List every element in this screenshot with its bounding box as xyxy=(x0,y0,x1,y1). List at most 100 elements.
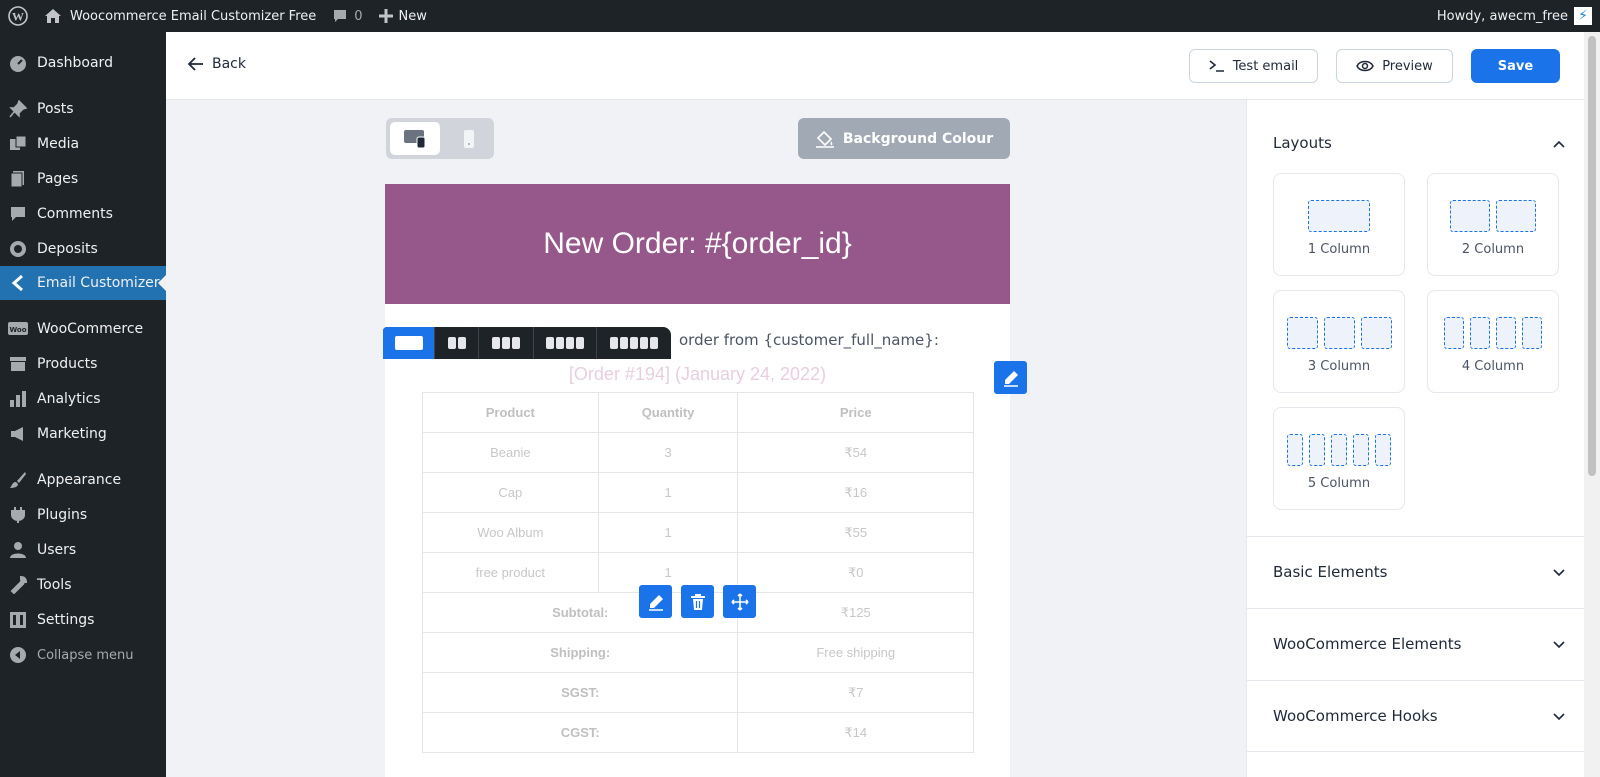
totals-value: ₹7 xyxy=(737,672,974,713)
back-button[interactable]: Back xyxy=(188,56,246,72)
layout-card-4-column[interactable]: 4 Column xyxy=(1427,290,1559,393)
sidebar-item-label: Collapse menu xyxy=(37,647,134,663)
layout-preview xyxy=(1274,200,1404,232)
move-row-button[interactable] xyxy=(723,585,756,618)
sidebar-item-deposits[interactable]: Deposits xyxy=(0,232,166,266)
email-preview: New Order: #{order_id} order from {custo… xyxy=(383,184,1010,777)
sidebar-item-marketing[interactable]: Marketing xyxy=(0,417,166,451)
order-intro-text[interactable]: order from {customer_full_name}: xyxy=(679,331,939,349)
test-email-button[interactable]: Test email xyxy=(1189,49,1318,83)
comments-link[interactable]: 0 xyxy=(324,0,370,32)
totals-value: Free shipping xyxy=(737,632,974,673)
column-header-product: Product xyxy=(422,392,599,433)
quantity-cell: 3 xyxy=(597,432,739,473)
scrollbar-thumb[interactable] xyxy=(1588,36,1596,476)
user-icon xyxy=(8,540,28,560)
preview-button[interactable]: Preview xyxy=(1336,49,1453,83)
sidebar-item-plugins[interactable]: Plugins xyxy=(0,498,166,532)
chevron-up-icon[interactable] xyxy=(1552,137,1566,151)
column-placeholder xyxy=(1360,317,1392,349)
price-cell: ₹16 xyxy=(737,472,974,513)
chevron-down-icon[interactable] xyxy=(1552,710,1566,724)
order-items-table[interactable]: Product Quantity Price Beanie 3 ₹54 Cap … xyxy=(421,392,974,753)
sidebar-item-users[interactable]: Users xyxy=(0,533,166,567)
column-placeholder xyxy=(1287,434,1303,466)
chevron-down-icon[interactable] xyxy=(1552,566,1566,580)
layout-card-1-column[interactable]: 1 Column xyxy=(1273,173,1405,276)
basic-elements-section-title[interactable]: Basic Elements xyxy=(1273,563,1387,581)
sidebar-item-media[interactable]: Media xyxy=(0,127,166,161)
home-icon xyxy=(45,9,61,23)
layout-label: 5 Column xyxy=(1307,476,1371,491)
layout-2-column-button[interactable] xyxy=(435,327,479,359)
wordpress-logo-icon[interactable]: W xyxy=(0,0,36,32)
sidebar-item-pages[interactable]: Pages xyxy=(0,162,166,196)
woocommerce-elements-section-title[interactable]: WooCommerce Elements xyxy=(1273,635,1461,653)
woocommerce-hooks-section-title[interactable]: WooCommerce Hooks xyxy=(1273,707,1438,725)
site-name-link[interactable]: Woocommerce Email Customizer Free xyxy=(36,0,324,32)
column-glyph xyxy=(457,337,466,349)
column-placeholder xyxy=(1496,200,1536,232)
page-scrollbar[interactable] xyxy=(1584,32,1600,777)
collapse-menu-button[interactable]: Collapse menu xyxy=(0,638,166,672)
layout-card-5-column[interactable]: 5 Column xyxy=(1273,407,1405,510)
sidebar-item-settings[interactable]: Settings xyxy=(0,603,166,637)
email-header-title: New Order: #{order_id} xyxy=(543,227,852,260)
save-button[interactable]: Save xyxy=(1471,49,1560,83)
divider xyxy=(1247,680,1585,681)
column-glyph xyxy=(566,337,574,349)
edit-row-button[interactable] xyxy=(639,585,672,618)
sidebar-item-label: Settings xyxy=(37,612,95,628)
email-header[interactable]: New Order: #{order_id} xyxy=(385,184,1010,304)
megaphone-icon xyxy=(8,424,28,444)
desktop-view-button[interactable] xyxy=(390,122,440,155)
sidebar-item-label: Media xyxy=(37,136,80,152)
divider xyxy=(1247,751,1585,752)
table-header-row: Product Quantity Price xyxy=(422,392,974,433)
pencil-icon xyxy=(1003,370,1018,387)
sidebar-item-woocommerce[interactable]: Woo WooCommerce xyxy=(0,312,166,346)
layout-card-2-column[interactable]: 2 Column xyxy=(1427,173,1559,276)
table-row: Cap 1 ₹16 xyxy=(422,472,974,513)
column-header-quantity: Quantity xyxy=(597,392,739,433)
totals-row: Shipping: Free shipping xyxy=(421,632,974,673)
sidebar-item-dashboard[interactable]: Dashboard xyxy=(0,46,166,80)
arrow-left-icon xyxy=(188,57,203,71)
site-name: Woocommerce Email Customizer Free xyxy=(70,8,317,24)
sidebar-item-comments[interactable]: Comments xyxy=(0,197,166,231)
layout-4-column-button[interactable] xyxy=(534,327,597,359)
my-account[interactable]: Howdy, awecm_free ⚡ xyxy=(1437,0,1600,32)
sidebar-item-analytics[interactable]: Analytics xyxy=(0,382,166,416)
product-cell: Beanie xyxy=(422,432,599,473)
sidebar-item-label: WooCommerce xyxy=(37,321,144,337)
deposits-icon xyxy=(8,239,28,259)
sidebar-item-posts[interactable]: Posts xyxy=(0,92,166,126)
plugin-icon xyxy=(8,505,28,525)
edit-block-button[interactable] xyxy=(994,361,1027,394)
layout-5-column-button[interactable] xyxy=(597,327,671,359)
column-glyph xyxy=(576,337,584,349)
media-icon xyxy=(8,134,28,154)
delete-row-button[interactable] xyxy=(681,585,714,618)
sidebar-item-label: Products xyxy=(37,356,98,372)
layout-1-column-button[interactable] xyxy=(383,327,435,359)
sidebar-item-email-customizer[interactable]: Email Customizer xyxy=(0,266,166,300)
new-content-link[interactable]: New xyxy=(371,0,435,32)
sidebar-item-products[interactable]: Products xyxy=(0,347,166,381)
layout-3-column-button[interactable] xyxy=(479,327,534,359)
settings-icon xyxy=(8,610,28,630)
mobile-icon xyxy=(464,129,474,148)
layouts-section-title[interactable]: Layouts xyxy=(1273,134,1332,152)
quantity-cell: 1 xyxy=(597,472,739,513)
chevron-down-icon[interactable] xyxy=(1552,638,1566,652)
preview-label: Preview xyxy=(1382,58,1433,74)
column-placeholder xyxy=(1331,434,1347,466)
eye-icon xyxy=(1356,60,1375,72)
new-label: New xyxy=(398,8,427,24)
sidebar-item-appearance[interactable]: Appearance xyxy=(0,463,166,497)
sidebar-item-tools[interactable]: Tools xyxy=(0,568,166,602)
background-colour-button[interactable]: Background Colour xyxy=(798,118,1010,159)
layout-label: 1 Column xyxy=(1307,242,1371,257)
mobile-view-button[interactable] xyxy=(448,122,490,155)
layout-card-3-column[interactable]: 3 Column xyxy=(1273,290,1405,393)
